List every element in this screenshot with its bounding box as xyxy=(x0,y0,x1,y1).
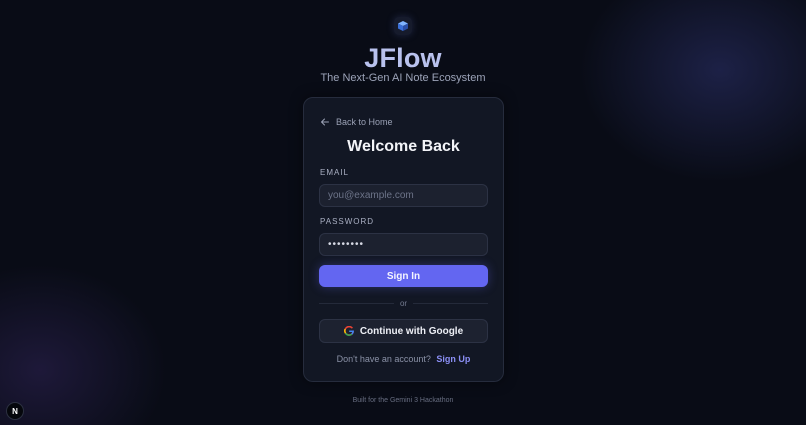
app-logo-icon xyxy=(394,17,412,35)
arrow-left-icon xyxy=(321,118,329,126)
email-field[interactable] xyxy=(319,184,488,207)
divider-text: or xyxy=(399,298,408,308)
divider-line-right xyxy=(413,302,488,304)
login-card: Back to Home Welcome Back EMAIL PASSWORD… xyxy=(303,97,504,382)
or-divider: or xyxy=(319,298,488,308)
footer-text: Built for the Gemini 3 Hackathon xyxy=(352,397,454,404)
signup-prompt: Don't have an account? xyxy=(336,354,431,364)
app-subtitle: The Next-Gen AI Note Ecosystem xyxy=(320,72,486,84)
welcome-heading: Welcome Back xyxy=(347,138,460,155)
nextjs-icon[interactable]: N xyxy=(6,402,24,420)
signup-row: Don't have an account? Sign Up xyxy=(304,354,503,364)
back-to-home-link[interactable]: Back to Home xyxy=(320,117,393,127)
email-label: EMAIL xyxy=(320,168,350,177)
google-icon xyxy=(343,326,354,336)
sign-in-button[interactable]: Sign In xyxy=(319,265,488,287)
password-label: PASSWORD xyxy=(320,217,375,226)
back-to-home-label: Back to Home xyxy=(336,117,393,127)
cube-icon xyxy=(398,21,408,31)
password-field[interactable] xyxy=(319,233,488,256)
google-button-label: Continue with Google xyxy=(359,325,464,337)
sign-up-link[interactable]: Sign Up xyxy=(436,354,470,364)
divider-line-left xyxy=(319,302,394,304)
continue-with-google-button[interactable]: Continue with Google xyxy=(319,319,488,343)
app-title: JFlow xyxy=(364,43,442,73)
